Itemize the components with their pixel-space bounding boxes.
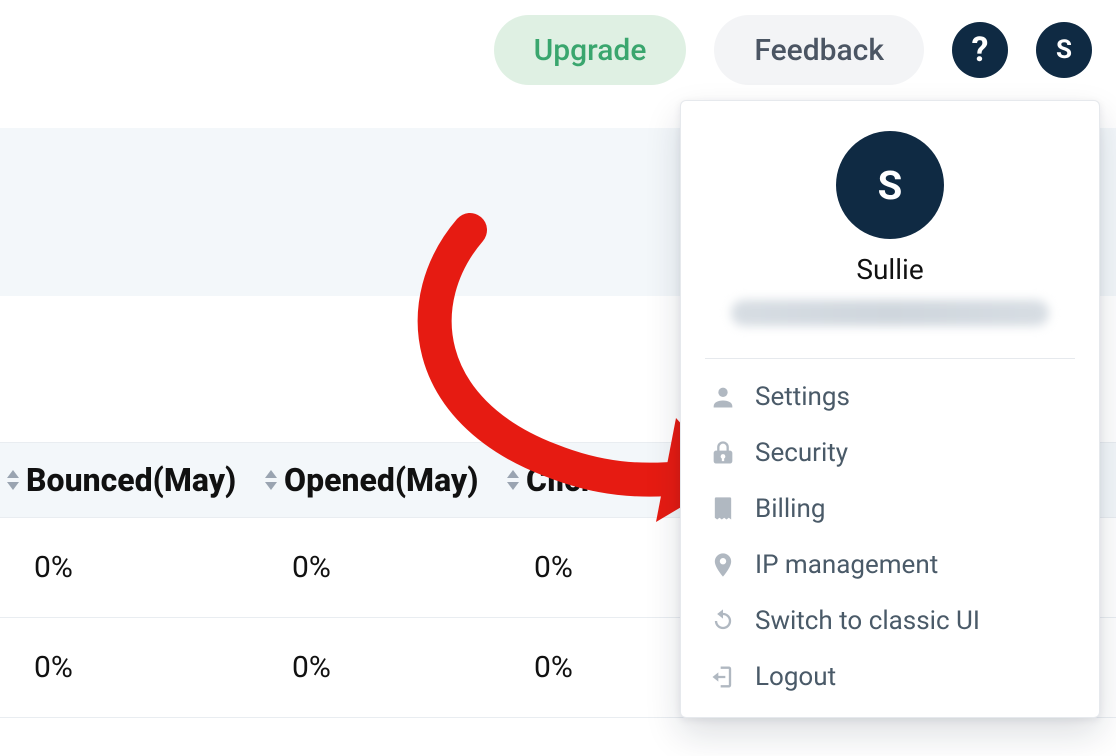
dropdown-avatar: S	[836, 131, 944, 239]
column-header-clicked[interactable]: Click	[506, 461, 686, 499]
exit-icon	[709, 663, 737, 691]
cell-bounced: 0%	[34, 550, 292, 585]
refresh-icon	[709, 607, 737, 635]
receipt-icon	[709, 495, 737, 523]
cell-bounced: 0%	[34, 650, 292, 685]
menu-label: Switch to classic UI	[755, 606, 980, 636]
account-dropdown: S Sullie Settings Security Billing	[680, 100, 1100, 718]
topbar: Upgrade Feedback ? S	[0, 0, 1116, 100]
dropdown-user-email-blurred	[731, 300, 1049, 326]
menu-label: Billing	[755, 494, 825, 524]
sort-icon	[6, 470, 20, 490]
column-header-bounced[interactable]: Bounced(May)	[6, 461, 264, 499]
avatar-button[interactable]: S	[1036, 22, 1092, 78]
sort-icon	[506, 470, 520, 490]
menu-item-settings[interactable]: Settings	[705, 369, 1075, 425]
menu-item-classic[interactable]: Switch to classic UI	[705, 593, 1075, 649]
column-label: Click	[526, 461, 598, 499]
menu-label: Security	[755, 438, 848, 468]
menu-item-ip[interactable]: IP management	[705, 537, 1075, 593]
pin-icon	[709, 551, 737, 579]
column-header-opened[interactable]: Opened(May)	[264, 461, 506, 499]
menu-item-billing[interactable]: Billing	[705, 481, 1075, 537]
menu-label: IP management	[755, 550, 938, 580]
dropdown-menu: Settings Security Billing IP management	[705, 369, 1075, 705]
user-icon	[709, 383, 737, 411]
sort-icon	[264, 470, 278, 490]
menu-label: Logout	[755, 662, 836, 692]
help-button[interactable]: ?	[952, 22, 1008, 78]
column-label: Opened(May)	[284, 461, 479, 499]
upgrade-button[interactable]: Upgrade	[494, 15, 687, 85]
lock-icon	[709, 439, 737, 467]
cell-opened: 0%	[292, 550, 534, 585]
dropdown-header: S Sullie	[705, 125, 1075, 344]
column-label: Bounced(May)	[26, 461, 236, 499]
divider	[705, 358, 1075, 359]
menu-item-security[interactable]: Security	[705, 425, 1075, 481]
menu-item-logout[interactable]: Logout	[705, 649, 1075, 705]
feedback-button[interactable]: Feedback	[714, 15, 924, 85]
cell-opened: 0%	[292, 650, 534, 685]
dropdown-user-name: Sullie	[856, 253, 923, 286]
menu-label: Settings	[755, 382, 850, 412]
